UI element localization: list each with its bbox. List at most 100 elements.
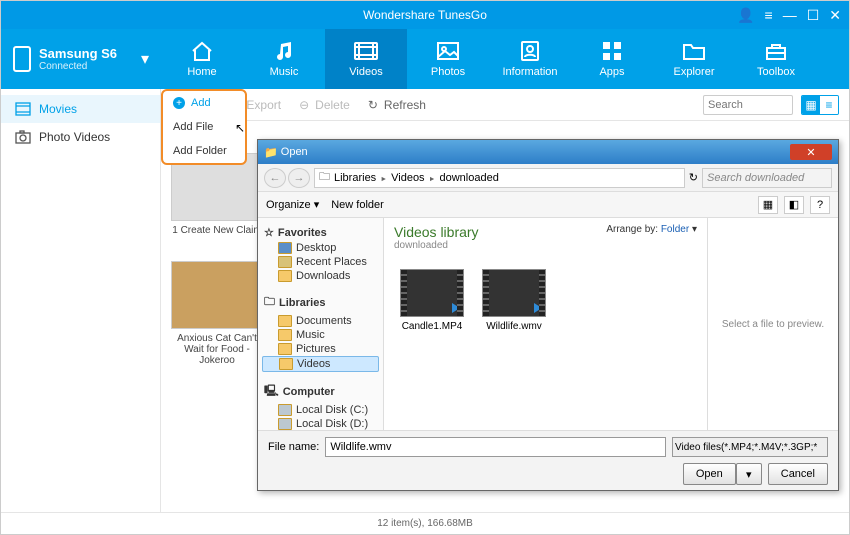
back-button[interactable]: ← [264,168,286,188]
preview-pane: Select a file to preview. [708,218,838,430]
cancel-button[interactable]: Cancel [768,463,828,485]
grid-view-icon[interactable]: ▦ [802,96,820,114]
thumbnail-grid: 1 Create New Claim Anxious Cat Can't Wai… [161,121,849,141]
nav-information[interactable]: Information [489,29,571,89]
main-nav: Samsung S6 Connected ▾ Home Music Videos… [1,29,849,89]
tree-recent[interactable]: Recent Places [262,255,379,269]
photo-icon [435,40,461,62]
minimize-icon[interactable]: — [783,7,797,24]
open-button[interactable]: Open [683,463,736,485]
video-icon [353,40,379,62]
tree-pictures[interactable]: Pictures [262,342,379,356]
search-input[interactable] [703,95,793,115]
nav-home[interactable]: Home [161,29,243,89]
preview-text: Select a file to preview. [722,319,824,330]
content-toolbar: + Add ↪ Export ⊖ Delete ↻ Refresh ▦ ≡ [161,89,849,121]
delete-button[interactable]: ⊖ Delete [299,98,350,112]
sidebar-item-movies[interactable]: Movies [1,95,160,123]
dialog-close-button[interactable]: ✕ [790,144,832,160]
tree-documents[interactable]: Documents [262,314,379,328]
tree-libraries[interactable]: 🗀Libraries [262,291,379,314]
video-thumbnail [171,261,263,329]
sidebar-movies-label: Movies [39,102,77,116]
export-label: Export [246,98,281,112]
tree-disk-d[interactable]: Local Disk (D:) [262,417,379,430]
add-folder-item[interactable]: Add Folder [163,139,245,163]
music-icon [271,40,297,62]
file-name: Wildlife.wmv [482,321,546,332]
add-file-item[interactable]: Add File [163,115,245,139]
open-dialog: 📁 Open ✕ ← → 🗀 Libraries Videos download… [257,139,839,491]
nav-videos-label: Videos [349,66,382,78]
tree-desktop[interactable]: Desktop [262,241,379,255]
menu-icon[interactable]: ≡ [765,7,773,24]
nav-videos[interactable]: Videos [325,29,407,89]
tree-music[interactable]: Music [262,328,379,342]
dialog-title-bar: 📁 Open ✕ [258,140,838,164]
nav-apps[interactable]: Apps [571,29,653,89]
nav-toolbox-label: Toolbox [757,66,795,78]
refresh-label: Refresh [384,98,426,112]
dialog-file-area: Videos library downloaded Arrange by: Fo… [384,218,708,430]
view-options-button[interactable]: ▦ [758,196,778,214]
open-dropdown[interactable]: ▾ [736,463,762,485]
close-icon[interactable]: ✕ [829,7,841,24]
video-file-icon [482,269,546,317]
device-selector[interactable]: Samsung S6 Connected ▾ [1,29,161,89]
new-folder-button[interactable]: New folder [331,199,384,211]
filetype-select[interactable] [672,437,828,457]
home-icon [189,40,215,62]
preview-pane-button[interactable]: ◧ [784,196,804,214]
help-button[interactable]: ? [810,196,830,214]
thumbnail-title: 1 Create New Claim [171,225,263,236]
file-item[interactable]: Candle1.MP4 [400,269,464,332]
refresh-button[interactable]: ↻ Refresh [368,98,426,112]
tree-videos[interactable]: Videos [262,356,379,372]
cursor-icon: ↖ [235,121,245,135]
folder-icon: 🗀 [319,168,330,187]
sidebar: Movies Photo Videos [1,89,161,512]
sidebar-item-photo-videos[interactable]: Photo Videos [1,123,160,151]
delete-label: Delete [315,98,350,112]
contacts-icon [517,40,543,62]
maximize-icon[interactable]: ☐ [807,7,820,24]
list-view-icon[interactable]: ≡ [820,96,838,114]
list-item[interactable]: Anxious Cat Can't Wait for Food - Jokero… [171,261,263,366]
nav-explorer[interactable]: Explorer [653,29,735,89]
sidebar-photovideos-label: Photo Videos [39,130,110,144]
organize-button[interactable]: Organize ▾ [266,198,319,211]
device-name: Samsung S6 [39,46,117,61]
nav-apps-label: Apps [599,66,624,78]
library-subtitle: downloaded [394,240,479,251]
user-icon[interactable]: 👤 [737,7,754,24]
movie-icon [15,102,31,116]
arrange-by[interactable]: Arrange by: Folder ▾ [606,224,697,235]
file-name: Candle1.MP4 [400,321,464,332]
thumbnail-title: Anxious Cat Can't Wait for Food - Jokero… [171,333,263,366]
tree-downloads[interactable]: Downloads [262,269,379,283]
status-bar: 12 item(s), 166.68MB [1,512,849,534]
forward-button[interactable]: → [288,168,310,188]
list-item[interactable]: 1 Create New Claim [171,153,263,236]
camera-icon [15,130,31,144]
refresh-icon[interactable]: ↻ [689,171,698,184]
filename-input[interactable] [325,437,666,457]
nav-music[interactable]: Music [243,29,325,89]
refresh-icon: ↻ [368,98,378,112]
phone-icon [13,46,31,72]
dialog-search-input[interactable]: Search downloaded [702,168,832,188]
status-text: 12 item(s), 166.68MB [377,518,473,529]
dialog-icon: 📁 [264,146,278,159]
chevron-down-icon: ▾ [141,49,149,69]
tree-disk-c[interactable]: Local Disk (C:) [262,403,379,417]
add-dropdown-header[interactable]: + Add [163,91,245,115]
tree-favorites[interactable]: ☆Favorites [262,224,379,241]
nav-information-label: Information [502,66,557,78]
nav-toolbox[interactable]: Toolbox [735,29,817,89]
file-item[interactable]: Wildlife.wmv [482,269,546,332]
view-toggle[interactable]: ▦ ≡ [801,95,839,115]
breadcrumb[interactable]: 🗀 Libraries Videos downloaded [314,168,685,188]
tree-computer[interactable]: 🖳Computer [262,380,379,403]
nav-photos[interactable]: Photos [407,29,489,89]
add-dropdown: + Add Add File Add Folder ↖ [161,89,247,165]
